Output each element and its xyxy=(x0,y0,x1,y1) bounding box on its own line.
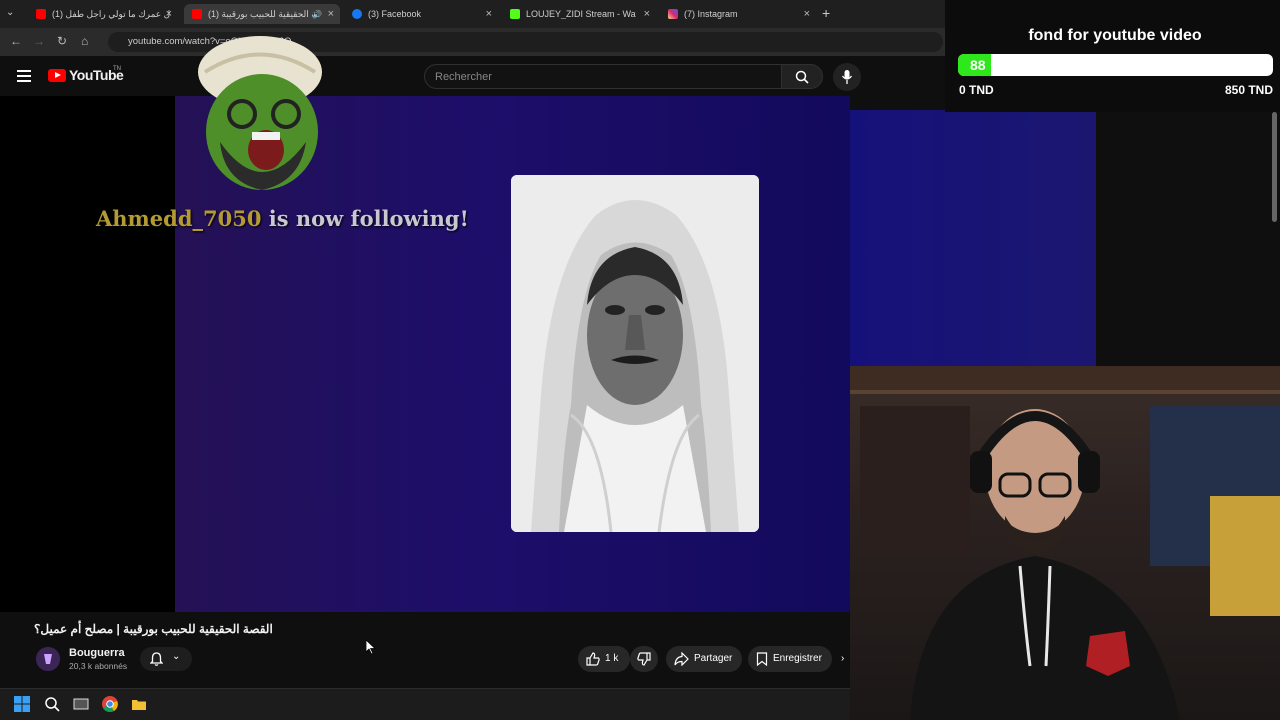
tab-title: (1) طول عمرك ما تولي راجل طفل xyxy=(52,8,170,19)
mic-icon xyxy=(841,70,853,84)
youtube-favicon-icon xyxy=(36,9,46,19)
region-code: TN xyxy=(113,66,121,72)
save-button[interactable]: Enregistrer xyxy=(748,646,832,672)
tab-title: LOUJEY_ZIDI Stream - Watch Li xyxy=(526,9,636,19)
audio-playing-icon[interactable]: 🔊 xyxy=(312,10,322,19)
goal-current-amount: 88 xyxy=(970,57,986,73)
channel-name[interactable]: Bouguerra xyxy=(69,647,125,659)
tab-title: (3) Facebook xyxy=(368,9,422,19)
search-icon xyxy=(795,70,809,84)
close-tab-icon[interactable]: × xyxy=(644,8,650,20)
webcam-feed xyxy=(850,366,1280,720)
close-tab-icon[interactable]: × xyxy=(166,8,172,20)
menu-icon[interactable] xyxy=(17,70,31,82)
browser-tab[interactable]: (1) طول عمرك ما تولي راجل طفل × xyxy=(28,4,178,24)
mouse-cursor-icon xyxy=(365,639,377,660)
close-tab-icon[interactable]: × xyxy=(328,8,334,20)
goal-max-label: 850 TND xyxy=(1224,83,1273,97)
youtube-logo-icon[interactable] xyxy=(48,69,66,82)
browser-tab-active[interactable]: (1) القصة الحقيقية للحبيب بورقيبة 🔊 × xyxy=(184,4,340,24)
youtube-favicon-icon xyxy=(192,9,202,19)
save-label: Enregistrer xyxy=(773,653,822,664)
search-button[interactable] xyxy=(781,64,823,89)
search-input[interactable]: Rechercher xyxy=(424,64,782,89)
video-frame-extension xyxy=(850,110,1096,366)
share-icon xyxy=(674,652,689,666)
browser-tab[interactable]: LOUJEY_ZIDI Stream - Watch Li × xyxy=(502,4,656,24)
windows-start-icon[interactable] xyxy=(14,696,30,712)
instagram-favicon-icon xyxy=(668,9,678,19)
file-explorer-icon[interactable] xyxy=(131,696,147,712)
historical-portrait-image xyxy=(511,175,759,532)
goal-min-label: 0 TND xyxy=(959,83,994,97)
page-scrollbar[interactable] xyxy=(1272,112,1277,222)
notification-bell-button[interactable] xyxy=(140,647,192,671)
tab-title: (7) Instagram xyxy=(684,9,738,19)
video-title: القصة الحقيقية للحبيب بورقيبة | مصلح أم … xyxy=(34,622,273,636)
close-tab-icon[interactable]: × xyxy=(804,8,810,20)
chevron-right-icon: › xyxy=(841,653,845,664)
browser-tab[interactable]: (3) Facebook × xyxy=(344,4,498,24)
facebook-favicon-icon xyxy=(352,9,362,19)
reload-icon[interactable]: ↻ xyxy=(57,34,67,48)
channel-avatar[interactable] xyxy=(36,647,60,671)
like-button[interactable]: 1 k xyxy=(578,646,630,672)
forward-icon[interactable]: → xyxy=(33,34,45,48)
thumbs-down-icon xyxy=(637,652,651,666)
share-button[interactable]: Partager xyxy=(666,646,742,672)
close-tab-icon[interactable]: × xyxy=(486,8,492,20)
thumbs-up-icon xyxy=(586,652,600,666)
chevron-down-icon[interactable]: ⌄ xyxy=(172,651,180,662)
follower-username: Ahmedd_7050 xyxy=(96,206,262,231)
goal-progress-bar xyxy=(958,54,1273,76)
mascot-emote-image xyxy=(190,32,330,197)
subscriber-count: 20,3 k abonnés xyxy=(69,661,128,671)
voice-search-button[interactable] xyxy=(833,63,861,91)
tab-search-chevron-icon[interactable]: ⌄ xyxy=(6,7,20,21)
task-view-icon[interactable] xyxy=(73,696,89,712)
kick-favicon-icon xyxy=(510,9,520,19)
follow-alert: Ahmedd_7050 is now following! xyxy=(96,206,469,231)
search-icon[interactable] xyxy=(44,696,60,712)
browser-tab[interactable]: (7) Instagram × xyxy=(660,4,816,24)
goal-title: fond for youtube video xyxy=(1028,27,1202,44)
tab-title: (1) القصة الحقيقية للحبيب بورقيبة xyxy=(208,8,313,19)
chrome-icon[interactable] xyxy=(102,696,118,713)
home-icon[interactable]: ⌂ xyxy=(81,34,88,48)
dislike-button[interactable] xyxy=(630,646,658,672)
bookmark-icon xyxy=(756,652,768,666)
share-label: Partager xyxy=(694,653,733,664)
back-icon[interactable]: ← xyxy=(10,34,22,48)
follow-message: is now following! xyxy=(261,206,469,231)
bell-icon xyxy=(150,652,163,666)
new-tab-icon[interactable]: + xyxy=(822,5,830,21)
like-count: 1 k xyxy=(605,653,619,664)
windows-taskbar xyxy=(0,688,850,720)
